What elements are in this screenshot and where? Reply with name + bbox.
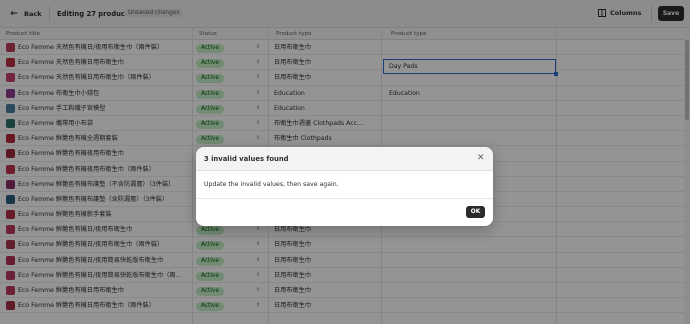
close-icon[interactable]: ✕ <box>477 153 485 163</box>
dialog-divider <box>196 198 493 199</box>
ok-button[interactable]: OK <box>466 206 485 218</box>
invalid-values-dialog: 3 invalid values found ✕ Update the inva… <box>196 147 493 226</box>
dialog-header: 3 invalid values found ✕ <box>196 147 493 171</box>
dialog-title: 3 invalid values found <box>204 155 289 163</box>
dialog-message: Update the invalid values, then save aga… <box>204 181 339 188</box>
